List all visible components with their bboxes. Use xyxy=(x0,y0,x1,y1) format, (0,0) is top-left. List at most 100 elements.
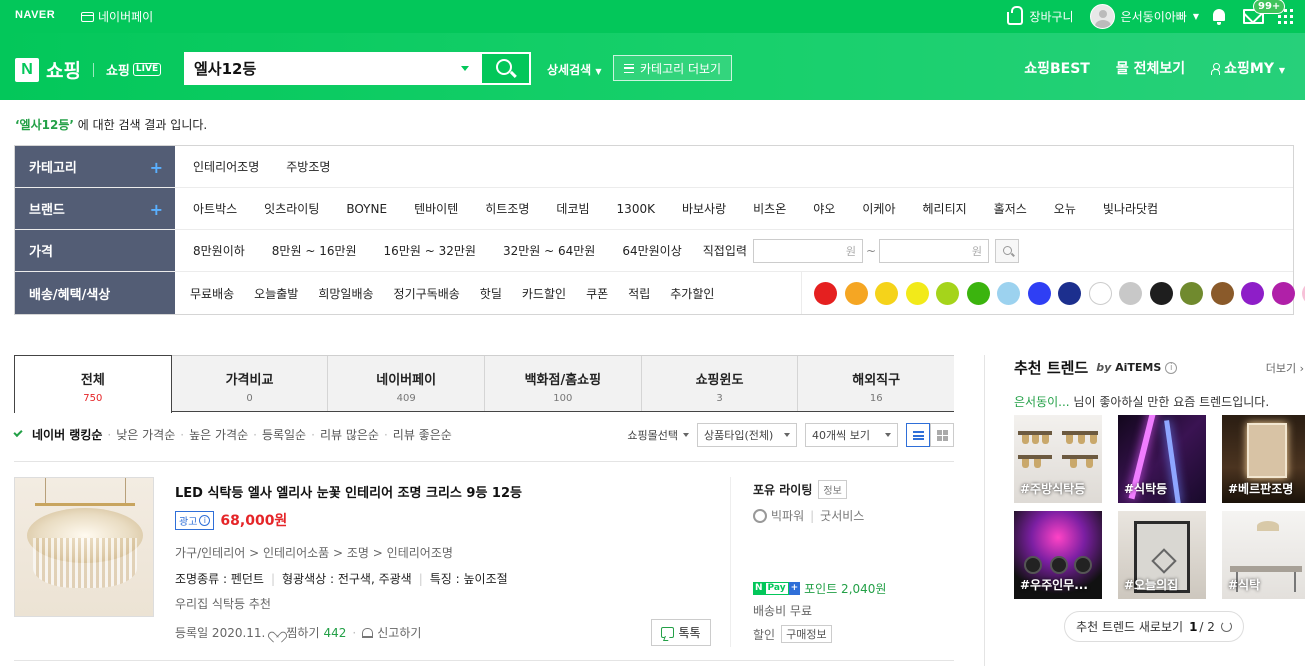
expand-icon[interactable]: + xyxy=(150,200,163,219)
info-icon[interactable]: i xyxy=(1165,361,1178,374)
brand-option[interactable]: 데코빔 xyxy=(556,200,589,217)
benefit-option[interactable]: 희망일배송 xyxy=(318,285,373,302)
price-option[interactable]: 8만원이하 xyxy=(193,242,245,259)
sort-option-date[interactable]: 등록일순 xyxy=(262,426,306,443)
brand-option[interactable]: 텐바이텐 xyxy=(414,200,458,217)
benefit-option[interactable]: 카드할인 xyxy=(522,285,566,302)
category-path[interactable]: 가구/인테리어 > 인테리어소품 > 조명 > 인테리어조명 xyxy=(175,544,453,561)
buy-info-button[interactable]: 구매정보 xyxy=(781,625,832,643)
cart-link[interactable]: 장바구니 xyxy=(1007,5,1074,25)
sort-option-review-count[interactable]: 리뷰 많은순 xyxy=(320,426,379,443)
tab-naver-pay[interactable]: 네이버페이 409 xyxy=(328,356,486,411)
price-option[interactable]: 32만원 ~ 64만원 xyxy=(503,242,595,259)
trend-tile[interactable]: #오늘의집 xyxy=(1118,511,1206,599)
trend-tile[interactable]: #베르판조명 xyxy=(1222,415,1305,503)
product-image[interactable] xyxy=(14,477,154,617)
benefit-option[interactable]: 무료배송 xyxy=(190,285,234,302)
color-swatch[interactable] xyxy=(875,281,898,305)
trend-tile[interactable]: #우주인무... xyxy=(1014,511,1102,599)
tab-overseas[interactable]: 해외직구 16 xyxy=(798,356,955,411)
color-swatch[interactable] xyxy=(1210,281,1234,305)
price-option[interactable]: 16만원 ~ 32만원 xyxy=(384,242,476,259)
mall-select-dropdown[interactable]: 쇼핑몰선택 xyxy=(627,423,689,447)
sort-option-low-price[interactable]: 낮은 가격순 xyxy=(116,426,175,443)
color-swatch[interactable] xyxy=(814,281,837,305)
search-button[interactable] xyxy=(482,52,531,85)
color-swatch[interactable] xyxy=(966,281,990,305)
shopping-live-link[interactable]: 쇼핑 LIVE xyxy=(106,60,162,79)
ad-badge[interactable]: 광고 i xyxy=(175,510,215,530)
sort-option-review-score[interactable]: 리뷰 좋은순 xyxy=(393,426,452,443)
benefit-option[interactable]: 오늘출발 xyxy=(254,285,298,302)
benefit-option[interactable]: 쿠폰 xyxy=(586,285,608,302)
shopping-best-link[interactable]: 쇼핑BEST xyxy=(1024,58,1090,78)
color-swatch[interactable] xyxy=(1027,281,1051,305)
bell-icon[interactable] xyxy=(1211,8,1227,25)
brand-option[interactable]: 빛나라닷컴 xyxy=(1103,200,1158,217)
seller-name[interactable]: 포유 라이팅 xyxy=(753,481,812,498)
expand-icon[interactable]: + xyxy=(150,158,163,177)
color-swatch[interactable] xyxy=(1119,281,1142,305)
tab-all[interactable]: 전체 750 xyxy=(14,355,172,413)
advanced-search-button[interactable]: 상세검색 ▼ xyxy=(547,61,602,78)
price-option[interactable]: 64만원이상 xyxy=(622,242,681,259)
color-swatch[interactable] xyxy=(1149,281,1173,305)
brand-option[interactable]: 히트조명 xyxy=(485,200,529,217)
trend-tile[interactable]: #식탁 xyxy=(1222,511,1305,599)
color-swatch[interactable] xyxy=(1088,281,1112,305)
benefit-option[interactable]: 추가할인 xyxy=(670,285,714,302)
sort-option-high-price[interactable]: 높은 가격순 xyxy=(189,426,248,443)
zzim-button[interactable]: 찜하기 xyxy=(286,624,319,641)
price-max-input[interactable]: 원 xyxy=(879,238,989,263)
category-option[interactable]: 인테리어조명 xyxy=(193,158,259,175)
brand-option[interactable]: 1300K xyxy=(617,202,655,216)
brand-option[interactable]: 비츠온 xyxy=(753,200,786,217)
brand-option[interactable]: 바보사랑 xyxy=(682,200,726,217)
search-input[interactable] xyxy=(184,52,482,85)
color-swatch[interactable] xyxy=(936,281,959,305)
tab-department-store[interactable]: 백화점/홈쇼핑 100 xyxy=(485,356,642,411)
color-swatch[interactable] xyxy=(1241,281,1264,305)
per-page-dropdown[interactable]: 40개씩 보기 xyxy=(805,423,898,447)
naver-logo[interactable]: NAVER xyxy=(15,9,55,21)
color-swatch[interactable] xyxy=(997,281,1020,305)
brand-option[interactable]: 야오 xyxy=(813,200,835,217)
list-view-button[interactable] xyxy=(906,423,930,447)
mail-icon[interactable]: 99+ xyxy=(1243,0,1286,24)
sort-option-ranking[interactable]: 네이버 랭킹순 xyxy=(32,426,102,443)
trend-refresh-button[interactable]: 추천 트렌드 새로보기 1/ 2 xyxy=(1064,611,1244,642)
trend-tile[interactable]: #주방식탁등 xyxy=(1014,415,1102,503)
brand-option[interactable]: 홀저스 xyxy=(994,200,1027,217)
brand-option[interactable]: 아트박스 xyxy=(193,200,237,217)
report-button[interactable]: 신고하기 xyxy=(377,624,421,641)
tab-price-compare[interactable]: 가격비교 0 xyxy=(171,356,329,411)
color-swatch[interactable] xyxy=(844,281,868,305)
color-swatch[interactable] xyxy=(905,281,929,305)
product-type-dropdown[interactable]: 상품타입(전체) xyxy=(697,423,797,447)
price-option[interactable]: 8만원 ~ 16만원 xyxy=(272,242,357,259)
price-search-button[interactable] xyxy=(995,238,1019,263)
grid-view-button[interactable] xyxy=(930,423,954,447)
color-swatch[interactable] xyxy=(1271,281,1295,305)
shopping-my-link[interactable]: 쇼핑MY ▼ xyxy=(1211,58,1285,78)
color-swatch[interactable] xyxy=(1180,281,1203,305)
shopping-logo[interactable]: N 쇼핑 쇼핑 LIVE xyxy=(15,56,162,83)
tab-shopping-window[interactable]: 쇼핑윈도 3 xyxy=(641,356,799,411)
trend-tile[interactable]: #식탁등 xyxy=(1118,415,1206,503)
brand-option[interactable]: 잇츠라이팅 xyxy=(264,200,319,217)
mall-all-link[interactable]: 몰 전체보기 xyxy=(1116,58,1185,78)
brand-option[interactable]: 오뉴 xyxy=(1054,200,1076,217)
talktalk-button[interactable]: 톡톡 xyxy=(651,619,711,646)
seller-info-button[interactable]: 정보 xyxy=(818,480,847,499)
trend-more-link[interactable]: 더보기 › xyxy=(1266,360,1304,376)
brand-option[interactable]: 이케아 xyxy=(862,200,895,217)
benefit-option[interactable]: 정기구독배송 xyxy=(394,285,460,302)
color-swatch[interactable] xyxy=(1058,281,1081,305)
price-min-input[interactable]: 원 xyxy=(752,238,863,263)
category-more-button[interactable]: 카테고리 더보기 xyxy=(613,55,733,81)
user-menu[interactable]: 은서동이아빠 ▼ xyxy=(1089,4,1199,29)
naver-pay-link[interactable]: 네이버페이 xyxy=(81,8,153,25)
autocomplete-toggle-icon[interactable] xyxy=(461,66,469,71)
category-option[interactable]: 주방조명 xyxy=(286,158,330,175)
brand-option[interactable]: BOYNE xyxy=(346,202,387,216)
